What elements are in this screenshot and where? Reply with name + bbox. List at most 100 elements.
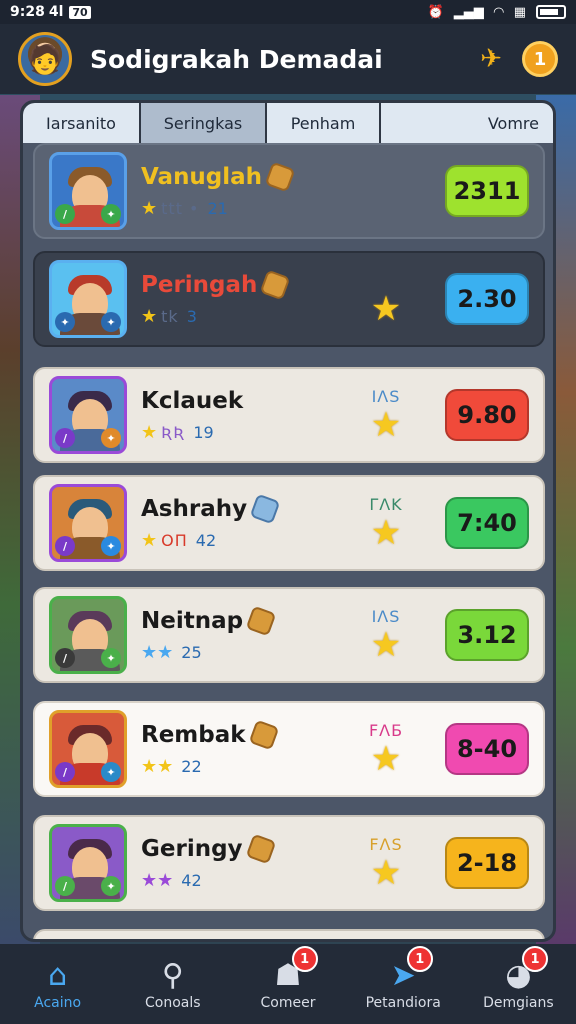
paper-plane-icon[interactable]: ✈ bbox=[472, 40, 510, 78]
home-icon: ⌂ bbox=[48, 958, 68, 993]
search-icon: ⚲ bbox=[161, 958, 184, 993]
favorite-star-icon[interactable]: ★ bbox=[371, 515, 401, 551]
star-icon: ★ bbox=[141, 197, 158, 219]
app-header: 🧑 Sodigrakah Demadai ✈ 1 bbox=[0, 24, 576, 94]
tab-2[interactable]: Seringkas bbox=[139, 103, 265, 143]
gem-icon bbox=[264, 161, 296, 192]
star-icon: ★★ bbox=[141, 755, 174, 777]
page-title: Sodigrakah Demadai bbox=[90, 44, 383, 74]
player-portrait: / ✦ bbox=[49, 484, 127, 562]
player-name: Rembak bbox=[141, 721, 246, 748]
score-badge: 7:40 bbox=[445, 497, 529, 549]
player-tag: FΛS bbox=[369, 835, 403, 854]
player-avatar[interactable]: 🧑 bbox=[18, 32, 72, 86]
star-icon: ★★ bbox=[141, 869, 174, 891]
player-tag: IΛS bbox=[371, 387, 401, 406]
list-item[interactable]: / ✦ Ashrahy ★ ОΠ 42 ΓΛK ★ 7:40 bbox=[33, 475, 545, 571]
class-badge-icon: ✦ bbox=[101, 762, 121, 782]
nav-item-home[interactable]: ⌂ Acaino bbox=[0, 944, 115, 1024]
stat-glyphs: ttt • bbox=[161, 198, 200, 218]
rank-badge-icon: / bbox=[55, 648, 75, 668]
player-name: Neitnap bbox=[141, 607, 244, 634]
player-portrait: / ✦ bbox=[49, 376, 127, 454]
wifi-icon: ◠ bbox=[493, 4, 504, 20]
tab-1[interactable]: Iarsanito bbox=[23, 103, 139, 143]
player-portrait: / ✦ bbox=[49, 152, 127, 230]
star-icon: ★ bbox=[141, 305, 158, 327]
player-name: Peringah bbox=[141, 271, 258, 298]
rank-badge-icon: / bbox=[55, 204, 75, 224]
player-portrait: ✦ ✦ bbox=[49, 260, 127, 338]
class-badge-icon: ✦ bbox=[101, 428, 121, 448]
score-badge: 3.12 bbox=[445, 609, 529, 661]
notification-badge: 1 bbox=[406, 946, 433, 972]
gem-icon bbox=[245, 605, 277, 636]
player-portrait: / ✦ bbox=[49, 824, 127, 902]
player-level: 21 bbox=[207, 198, 228, 218]
player-level: 22 bbox=[181, 756, 202, 776]
nav-item-chat[interactable]: ☗ 1 Comeer bbox=[230, 944, 345, 1024]
stat-glyphs: ОΠ bbox=[161, 530, 188, 550]
leaderboard-panel: Iarsanito Seringkas Penham Vomre / ✦ Van… bbox=[20, 100, 556, 942]
nav-label: Petandiora bbox=[365, 995, 441, 1011]
nav-label: Conoals bbox=[145, 995, 201, 1011]
player-tag: ΓΛK bbox=[369, 495, 403, 514]
list-item[interactable]: / ✦ Vanuglah ★ ttt • 21 2311 bbox=[33, 143, 545, 239]
status-time: 9:28 bbox=[10, 4, 45, 20]
stat-glyphs: ƦƦ bbox=[161, 422, 186, 442]
favorite-star-icon[interactable]: ★ bbox=[371, 627, 401, 663]
player-name: Ashrahy bbox=[141, 495, 248, 522]
score-badge: 9.80 bbox=[445, 389, 529, 441]
player-name: Vanuglah bbox=[141, 163, 263, 190]
alarm-icon: ⏰ bbox=[427, 4, 444, 20]
nav-item-send[interactable]: ➤ 1 Petandiora bbox=[346, 944, 461, 1024]
player-tag: IΛS bbox=[371, 607, 401, 626]
nav-label: Comeer bbox=[260, 995, 316, 1011]
player-tag: FΛБ bbox=[368, 721, 404, 740]
class-badge-icon: ✦ bbox=[101, 536, 121, 556]
nav-label: Acaino bbox=[34, 995, 82, 1011]
favorite-star-icon[interactable]: ★ bbox=[371, 407, 401, 443]
nav-label: Demgians bbox=[483, 995, 554, 1011]
signal-text: 4l bbox=[48, 4, 64, 20]
player-level: 25 bbox=[181, 642, 202, 662]
list-item[interactable]: ✦ ✦ Peringah ★ tk 3 ★ 2.30 bbox=[33, 251, 545, 347]
favorite-star-icon[interactable]: ★ bbox=[371, 741, 401, 777]
list-item-partial[interactable] bbox=[33, 929, 545, 939]
gem-icon bbox=[248, 719, 279, 750]
player-level: 42 bbox=[181, 870, 202, 890]
rank-badge-icon: / bbox=[55, 762, 75, 782]
tab-3[interactable]: Penham bbox=[265, 103, 379, 143]
favorite-star-icon[interactable]: ★ bbox=[371, 855, 401, 891]
favorite-star-icon[interactable]: ★ bbox=[371, 291, 401, 327]
list-item[interactable]: / ✦ Kclauek ★ ƦƦ 19 IΛS ★ 9.80 bbox=[33, 367, 545, 463]
list-item[interactable]: / ✦ Rembak ★★ 22 FΛБ ★ 8-40 bbox=[33, 701, 545, 797]
stat-glyphs: tk bbox=[161, 306, 179, 326]
score-badge: 8-40 bbox=[445, 723, 529, 775]
nav-item-profile[interactable]: ◕ 1 Demgians bbox=[461, 944, 576, 1024]
list-item[interactable]: / ✦ Geringy ★★ 42 FΛS ★ 2-18 bbox=[33, 815, 545, 911]
player-level: 42 bbox=[195, 530, 217, 550]
battery-icon bbox=[536, 5, 566, 19]
class-badge-icon: ✦ bbox=[101, 312, 121, 332]
signal-icon: ▂▄▆ bbox=[453, 4, 484, 20]
gem-icon bbox=[249, 493, 281, 524]
vibrate-icon: ▦ bbox=[513, 4, 526, 20]
status-bar: 9:28 4l 70 ⏰ ▂▄▆ ◠ ▦ bbox=[0, 0, 576, 24]
list-item[interactable]: / ✦ Neitnap ★★ 25 IΛS ★ 3.12 bbox=[33, 587, 545, 683]
player-level: 3 bbox=[186, 306, 197, 326]
star-icon: ★ bbox=[141, 529, 158, 551]
rank-badge-icon: / bbox=[55, 428, 75, 448]
star-icon: ★ bbox=[141, 421, 158, 443]
coin-icon[interactable]: 1 bbox=[522, 41, 558, 77]
player-portrait: / ✦ bbox=[49, 710, 127, 788]
player-portrait: / ✦ bbox=[49, 596, 127, 674]
notification-badge: 1 bbox=[522, 946, 549, 972]
nav-item-search[interactable]: ⚲ Conoals bbox=[115, 944, 230, 1024]
class-badge-icon: ✦ bbox=[101, 204, 121, 224]
tab-4[interactable]: Vomre bbox=[379, 103, 553, 143]
rank-badge-icon: / bbox=[55, 536, 75, 556]
class-badge-icon: ✦ bbox=[101, 648, 121, 668]
bottom-nav: ⌂ Acaino ⚲ Conoals ☗ 1 Comeer ➤ 1 Petand… bbox=[0, 944, 576, 1024]
rank-badge-icon: ✦ bbox=[55, 312, 75, 332]
